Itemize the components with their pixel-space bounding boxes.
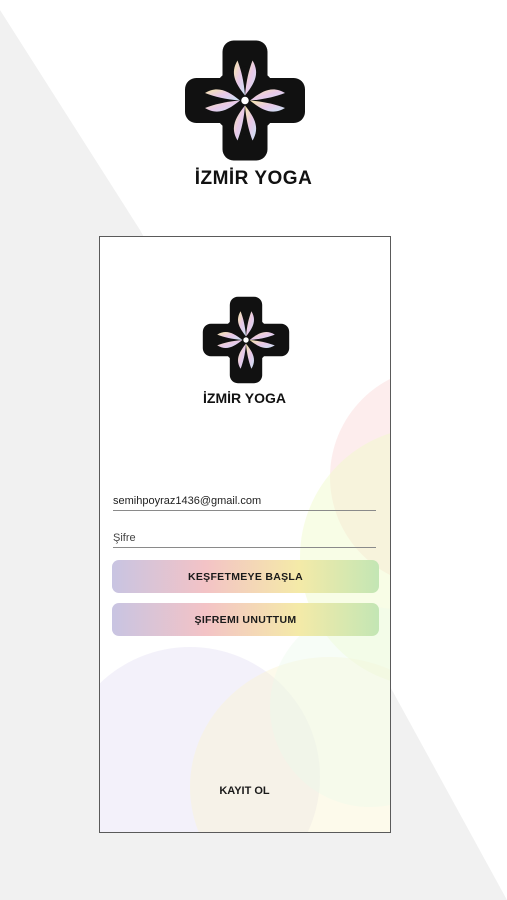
register-link[interactable]: KAYIT OL: [100, 785, 389, 797]
forgot-password-button[interactable]: ŞIFREMI UNUTTUM: [112, 603, 379, 636]
email-field[interactable]: [113, 491, 376, 511]
phone-login-screen: İZMİR YOGA KEŞFETMEYE BAŞLA ŞIFREMI UNUT…: [99, 236, 391, 833]
lotus-cross-logo-icon: [202, 296, 290, 384]
lotus-cross-logo-icon: [185, 40, 305, 161]
explore-button[interactable]: KEŞFETMEYE BAŞLA: [112, 560, 379, 593]
phone-brand-title: İZMİR YOGA: [203, 390, 286, 406]
brand-title: İZMİR YOGA: [194, 168, 313, 189]
password-field[interactable]: [113, 528, 376, 548]
